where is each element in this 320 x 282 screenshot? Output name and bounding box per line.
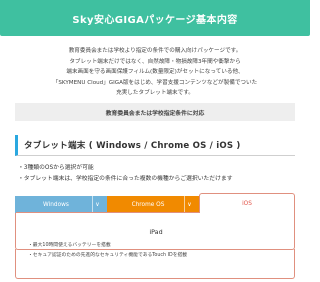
intro-line: 充実したタブレット端末です。 <box>116 90 194 96</box>
tab-ios[interactable]: iOS <box>199 193 295 213</box>
ios-panel-body: ・最大10時間使えるバッテリーを搭載 ・セキュア認証のための先進的なセキュリティ… <box>15 243 295 279</box>
device-title: iPad <box>149 228 163 236</box>
device-feature-list: ・最大10時間使えるバッテリーを搭載 ・セキュア認証のための先進的なセキュリティ… <box>28 241 288 261</box>
tab-ios-label: iOS <box>242 200 252 207</box>
chevron-down-icon: ∨ <box>92 196 102 213</box>
page-header: Sky安心GIGAパッケージ基本内容 <box>0 0 310 36</box>
list-item: ・3種類のOSから選択が可能 <box>18 165 94 171</box>
intro-line: 教育委員会または学校より指定の条件での購入向けパッケージです。 <box>68 48 242 54</box>
notice-banner: 教育委員会または学校指定条件に対応 <box>15 103 295 121</box>
intro-line: タブレット端末だけではなく、自然故障・物損故障3年間や衝撃から <box>69 58 241 65</box>
list-item: ・最大10時間使えるバッテリーを搭載 <box>28 243 111 248</box>
page-title: Sky安心GIGAパッケージ基本内容 <box>72 14 238 26</box>
section-heading: タブレット端末 ( Windows / Chrome OS / iOS ) <box>15 135 295 156</box>
intro-text: 教育委員会または学校より指定の条件での購入向けパッケージです。 タブレット端末だ… <box>0 46 310 99</box>
intro-line: 端末画面を守る画面保護フィルム(数量限定)がセットになっている他、 <box>66 69 244 75</box>
notice-text: 教育委員会または学校指定条件に対応 <box>105 110 205 117</box>
feature-list: ・3種類のOSから選択が可能 ・タブレット端末は、学校指定の条件に合った複数の機… <box>18 163 303 184</box>
intro-line: 「SKYMENU Cloud」GIGA版をはじめ、学習支援コンテンツなどが製備で… <box>52 79 258 86</box>
list-item: ・セキュア認証のための先進的なセキュリティ機能であるTouch IDを搭載 <box>28 253 188 258</box>
os-tabs: Windows ∨ Chrome OS ∨ iOS <box>15 193 295 213</box>
list-item: ・タブレット端末は、学校指定の条件に合った複数の機種からご選択いただけます <box>18 175 233 182</box>
tab-chrome-os-label: Chrome OS <box>131 201 165 208</box>
section-title: タブレット端末 ( Windows / Chrome OS / iOS ) <box>24 141 241 151</box>
tab-windows[interactable]: Windows ∨ <box>15 196 107 213</box>
tab-windows-label: Windows <box>43 201 69 208</box>
chevron-down-icon: ∨ <box>184 196 194 213</box>
tab-chrome-os[interactable]: Chrome OS ∨ <box>107 196 199 213</box>
